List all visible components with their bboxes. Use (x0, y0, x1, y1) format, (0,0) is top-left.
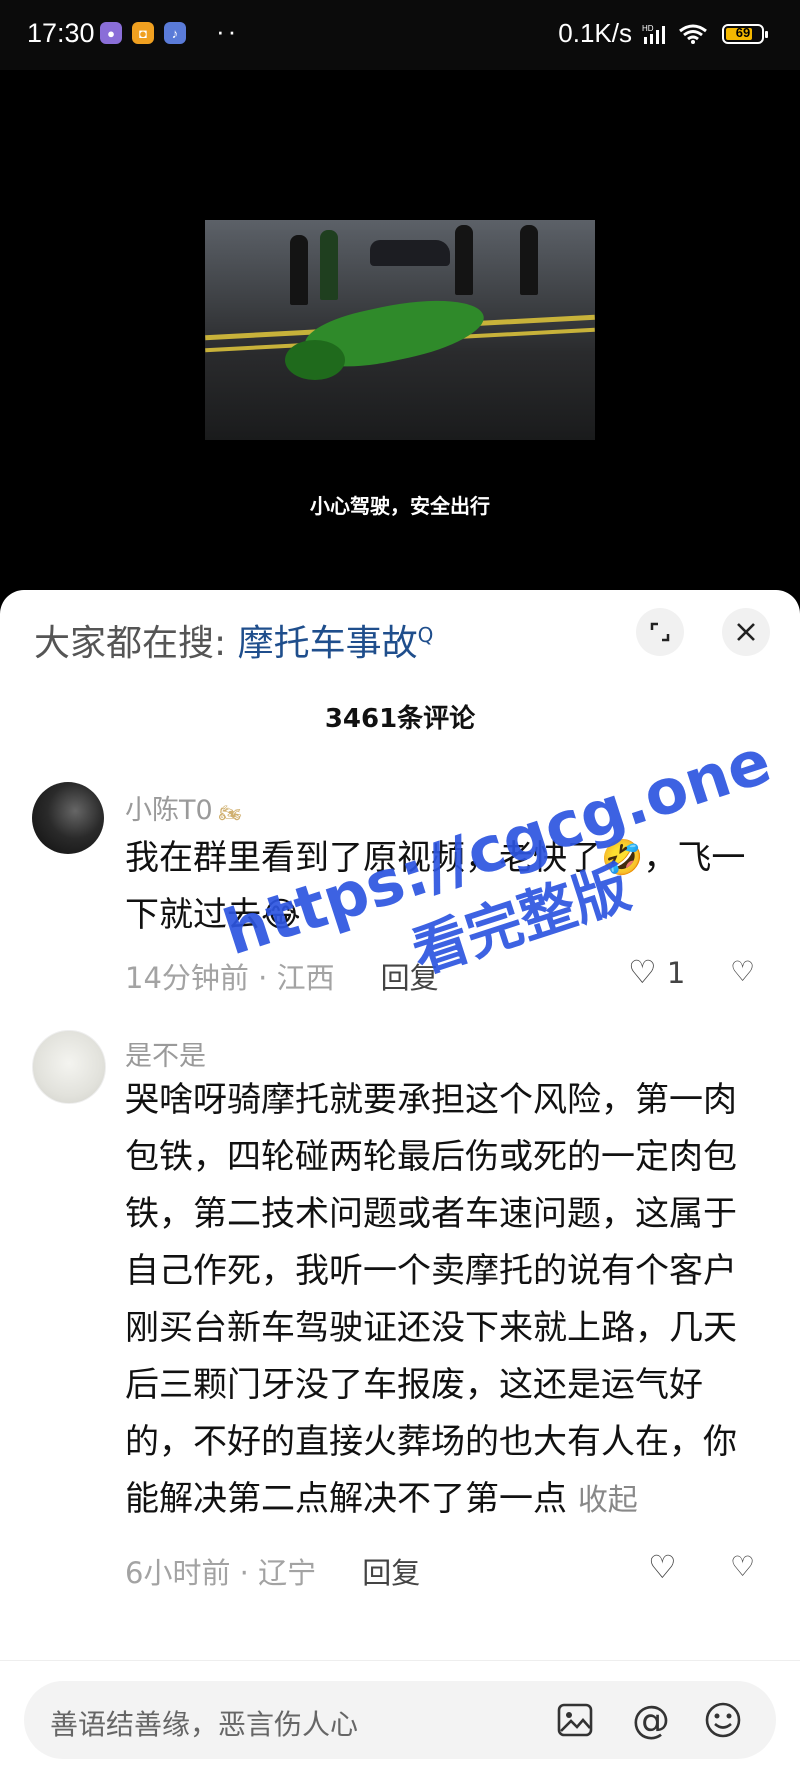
broken-heart-icon: ♡ (730, 955, 756, 988)
battery-level: 69 (735, 24, 751, 40)
at-icon: @ (632, 1698, 670, 1742)
image-icon (557, 1703, 593, 1737)
collapse-button[interactable]: 收起 (578, 1483, 638, 1518)
douyin-icon: ♪ (164, 22, 186, 44)
broken-heart-icon: ♡ (730, 1550, 756, 1583)
signal-icon: HD (642, 24, 665, 44)
emoji-button[interactable] (700, 1697, 746, 1743)
comment-location: 辽宁 (258, 1556, 317, 1590)
dislike-button[interactable]: ♡ (730, 1550, 755, 1583)
battery-icon: 69 (722, 23, 768, 44)
comment-time: 14分钟前 (125, 961, 249, 995)
mention-button[interactable]: @ (628, 1697, 674, 1743)
like-count: 1 (666, 956, 686, 990)
comment-count: 3461条评论 (324, 704, 476, 734)
emoji-icon (705, 1702, 741, 1738)
status-bar: 17:30 ● ◘ ♪ ·· 0.1K/s HD 69 (0, 0, 800, 70)
reply-button[interactable]: 回复 (362, 1556, 420, 1590)
status-time: 17:30 (27, 18, 95, 48)
dislike-button[interactable]: ♡ (730, 955, 755, 988)
search-icon: Q (417, 623, 434, 647)
wallet-icon: ◘ (132, 22, 154, 44)
close-button[interactable] (722, 608, 770, 656)
suggested-search[interactable]: 大家都在搜: 摩托车事故Q (34, 614, 433, 666)
comment-text: 哭啥呀骑摩托就要承担这个风险，第一肉包铁，四轮碰两轮最后伤或死的一定肉包铁，第二… (125, 1080, 737, 1519)
video-player[interactable]: 小心驾驶，安全出行 (0, 70, 800, 590)
heart-icon: ♡ (628, 953, 657, 991)
net-speed: 0.1K/s (558, 18, 632, 48)
comment-time: 6小时前 (125, 1556, 231, 1590)
motorbike-badge-icon: 🏍 (218, 803, 242, 824)
expand-button[interactable] (636, 608, 684, 656)
wifi-icon (679, 24, 707, 44)
video-caption: 小心驾驶，安全出行 (310, 494, 490, 518)
avatar[interactable] (32, 782, 104, 854)
image-picker-button[interactable] (552, 1697, 598, 1743)
comment-input[interactable]: 善语结善缘，恶言伤人心 @ (24, 1681, 776, 1759)
comment-username[interactable]: 小陈T0 🏍 (125, 788, 242, 827)
status-right: 0.1K/s HD 69 (558, 18, 768, 49)
heart-icon: ♡ (648, 1548, 677, 1586)
avatar[interactable] (32, 1030, 106, 1104)
comment-input-bar: 善语结善缘，恶言伤人心 @ (0, 1660, 800, 1779)
status-app-icons: ● ◘ ♪ (100, 22, 186, 44)
search-term-link[interactable]: 摩托车事故 (238, 623, 418, 664)
svg-text:HD: HD (642, 24, 654, 33)
comment-meta: 6小时前 · 辽宁 回复 (125, 1556, 421, 1590)
comment-input-placeholder: 善语结善缘，恶言伤人心 (50, 1708, 359, 1741)
messages-icon: ● (100, 22, 122, 44)
like-button[interactable]: ♡ (648, 1548, 677, 1586)
video-frame (205, 220, 595, 440)
expand-icon (650, 622, 670, 642)
search-prefix: 大家都在搜: (34, 623, 227, 664)
close-icon (737, 623, 755, 641)
status-more-icon: ·· (216, 16, 240, 46)
comment-username[interactable]: 是不是 (125, 1034, 206, 1073)
like-button[interactable]: ♡ 1 (628, 953, 685, 991)
comment-item: 是不是 哭啥呀骑摩托就要承担这个风险，第一肉包铁，四轮碰两轮最后伤或死的一定肉包… (0, 1030, 800, 1590)
